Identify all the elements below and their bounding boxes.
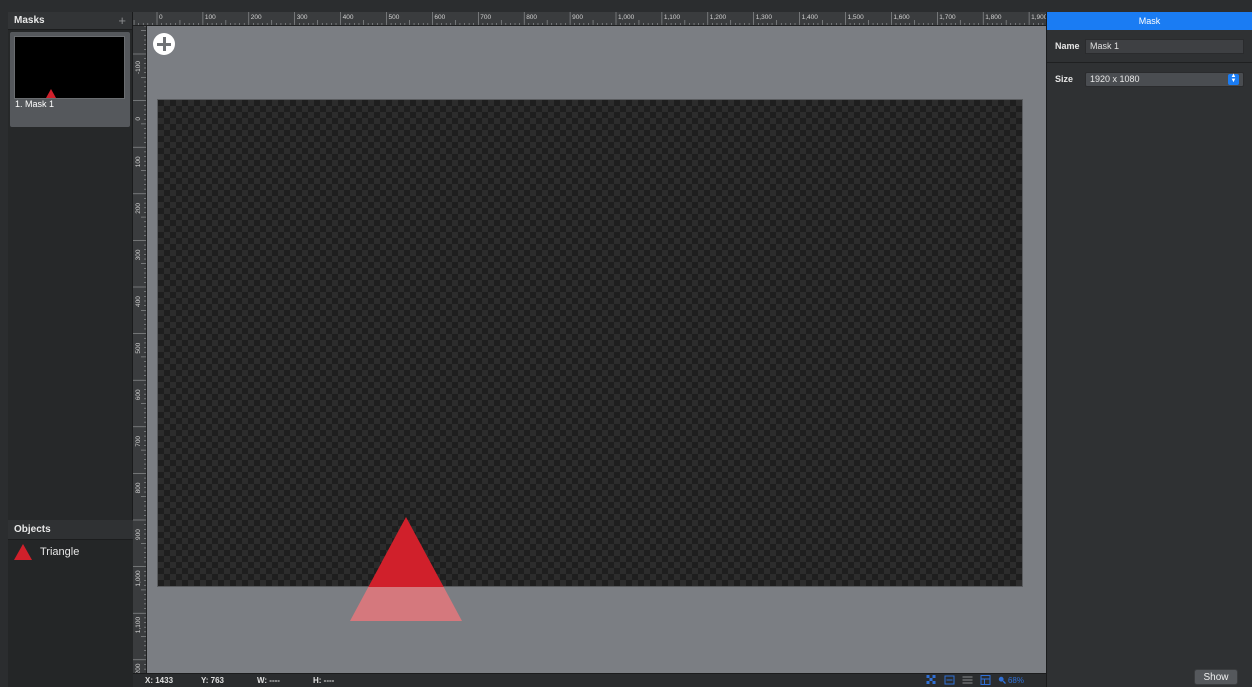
ruler-label: 300: [135, 249, 142, 260]
inspector-panel: Mask Name Size 1920 x 1080 ▲▼ Show: [1046, 12, 1252, 687]
ruler-label: 1,000: [135, 570, 142, 587]
ruler-label: 1,000: [618, 14, 635, 21]
object-item-label: Triangle: [40, 546, 80, 558]
masks-panel: Masks + 1. Mask 1 Objects Triangle: [8, 12, 133, 687]
ruler-label: 500: [135, 342, 142, 353]
masks-header: Masks +: [8, 12, 132, 30]
zoom-level: 68%: [1007, 675, 1024, 685]
name-label: Name: [1055, 41, 1080, 51]
view-tools: 68%: [926, 675, 1024, 685]
ruler-label: 100: [205, 14, 216, 21]
ruler-label: 1,600: [893, 14, 910, 21]
ruler-label: 1,100: [135, 617, 142, 634]
layout-icon[interactable]: [980, 675, 991, 685]
add-object-button[interactable]: [153, 33, 175, 55]
ruler-label: 600: [434, 14, 445, 21]
ruler-label: 1,300: [756, 14, 773, 21]
window-top-strip: [0, 0, 1252, 12]
objects-panel: Objects Triangle: [8, 520, 133, 687]
size-select[interactable]: 1920 x 1080 ▲ ▼: [1085, 71, 1244, 87]
name-field[interactable]: [1085, 38, 1244, 54]
zoom-control[interactable]: 68%: [998, 676, 1024, 685]
ruler-label: 100: [135, 156, 142, 167]
ruler-label: 1,200: [135, 663, 142, 673]
x-coordinate: X: 1433: [145, 676, 174, 685]
magnifier-icon: [998, 676, 1006, 684]
width-readout: W: ----: [257, 676, 280, 685]
ruler-label: 1,400: [802, 14, 819, 21]
canvas-area[interactable]: [147, 26, 1046, 673]
show-button[interactable]: Show: [1194, 669, 1238, 685]
ruler-label: 200: [251, 14, 262, 21]
mask-list-item[interactable]: 1. Mask 1: [10, 32, 130, 127]
ruler-label: 800: [526, 14, 537, 21]
size-label: Size: [1055, 74, 1074, 84]
status-bar: X: 1433 Y: 763 W: ---- H: ---- 68%: [133, 673, 1046, 687]
height-readout: H: ----: [313, 676, 335, 685]
size-select-value: 1920 x 1080: [1090, 74, 1140, 84]
inspector-title: Mask: [1047, 12, 1252, 30]
ruler-label: 1,500: [848, 14, 865, 21]
masks-title: Masks: [14, 15, 45, 26]
fit-width-icon[interactable]: [944, 675, 955, 685]
mask-thumbnail: [14, 36, 125, 99]
thumbnail-triangle: [46, 89, 56, 98]
ruler-label: 1,700: [939, 14, 956, 21]
add-mask-button[interactable]: +: [118, 14, 126, 27]
checkerboard-icon[interactable]: [926, 675, 937, 685]
ruler-label: 300: [297, 14, 308, 21]
ruler-label: 0: [135, 117, 142, 121]
ruler-label: 700: [135, 436, 142, 447]
ruler-label: 0: [159, 14, 163, 21]
list-icon[interactable]: [962, 675, 973, 685]
ruler-label: 600: [135, 389, 142, 400]
objects-header: Objects: [8, 520, 133, 540]
mask-item-label: 1. Mask 1: [15, 99, 55, 109]
size-row: Size 1920 x 1080 ▲ ▼: [1047, 70, 1252, 88]
ruler-label: 400: [135, 296, 142, 307]
ruler-label: 500: [389, 14, 400, 21]
ruler-label: 700: [480, 14, 491, 21]
horizontal-ruler[interactable]: 0 100 200 300 400 500 600 700 800 900 1,000 1,100 1,…: [133, 12, 1046, 26]
ruler-label: 800: [135, 482, 142, 493]
inspector-divider: [1047, 62, 1252, 63]
ruler-label: -100: [135, 61, 142, 74]
mask-canvas[interactable]: [157, 99, 1023, 587]
objects-title: Objects: [14, 524, 51, 535]
up-down-arrows-icon: ▲ ▼: [1228, 73, 1239, 85]
horizontal-ruler-ticks: 0 100 200 300 400 500 600 700 800 900 1,000 1,100 1,…: [133, 12, 1046, 25]
ruler-label: 1,200: [710, 14, 727, 21]
ruler-label: 1,900: [1031, 14, 1046, 21]
ruler-label: 1,100: [664, 14, 681, 21]
ruler-label: 1,800: [985, 14, 1002, 21]
name-row: Name: [1047, 37, 1252, 55]
triangle-icon: [14, 544, 32, 560]
vertical-ruler[interactable]: -100 0 100 200 300 400 500 600 700 800 900 1,000 1,1…: [133, 26, 147, 673]
object-list-item[interactable]: Triangle: [8, 540, 133, 564]
ruler-label: 900: [572, 14, 583, 21]
triangle-object[interactable]: [350, 517, 462, 621]
ruler-label: 400: [343, 14, 354, 21]
ruler-label: 900: [135, 529, 142, 540]
ruler-label: 200: [135, 203, 142, 214]
vertical-ruler-ticks: -100 0 100 200 300 400 500 600 700 800 900 1,000 1,1…: [133, 26, 146, 673]
y-coordinate: Y: 763: [201, 676, 224, 685]
